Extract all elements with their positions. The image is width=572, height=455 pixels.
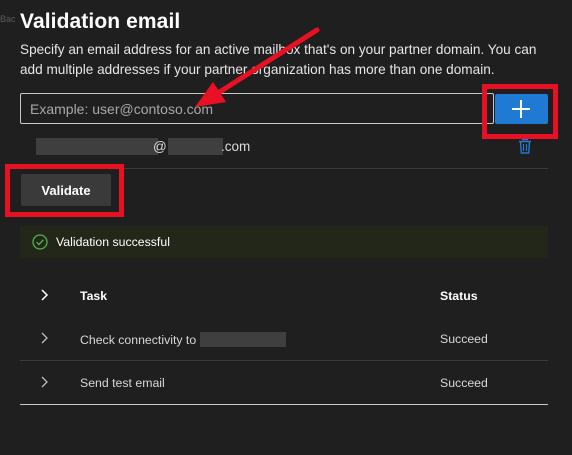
column-header-task: Task [80, 289, 108, 303]
panel-description: Specify an email address for an active m… [20, 42, 537, 77]
email-at-sign: @ [153, 139, 167, 154]
annotation-box-add-button [482, 84, 558, 139]
panel-title: Validation email [20, 10, 181, 33]
chevron-right-icon[interactable] [40, 332, 50, 344]
trash-icon[interactable] [516, 137, 534, 155]
annotation-box-validate-button [5, 164, 124, 217]
task-name-cell: Send test email [80, 376, 165, 390]
task-status-cell: Succeed [440, 332, 488, 346]
redacted-domain [168, 138, 223, 155]
table-row[interactable]: Check connectivity to Succeed [20, 317, 548, 361]
check-circle-icon [32, 234, 48, 250]
tasks-table: Task Status Check connectivity to Succee… [20, 274, 548, 405]
table-row[interactable]: Send test email Succeed [20, 361, 548, 405]
expand-all-chevron-icon[interactable] [40, 289, 50, 301]
task-name-cell: Check connectivity to [80, 332, 287, 347]
validation-success-banner: Validation successful [20, 226, 548, 258]
redacted-host [200, 332, 287, 347]
task-status-cell: Succeed [440, 376, 488, 390]
task-name-text: Check connectivity to [80, 333, 197, 347]
table-header-row: Task Status [20, 274, 548, 317]
back-link-hint: Bac [0, 14, 16, 24]
column-header-status: Status [440, 289, 478, 303]
redacted-username [36, 138, 158, 155]
email-domain-suffix: .com [221, 139, 251, 154]
email-input[interactable] [20, 93, 494, 124]
validation-status-text: Validation successful [56, 235, 170, 249]
chevron-right-icon[interactable] [40, 376, 50, 388]
